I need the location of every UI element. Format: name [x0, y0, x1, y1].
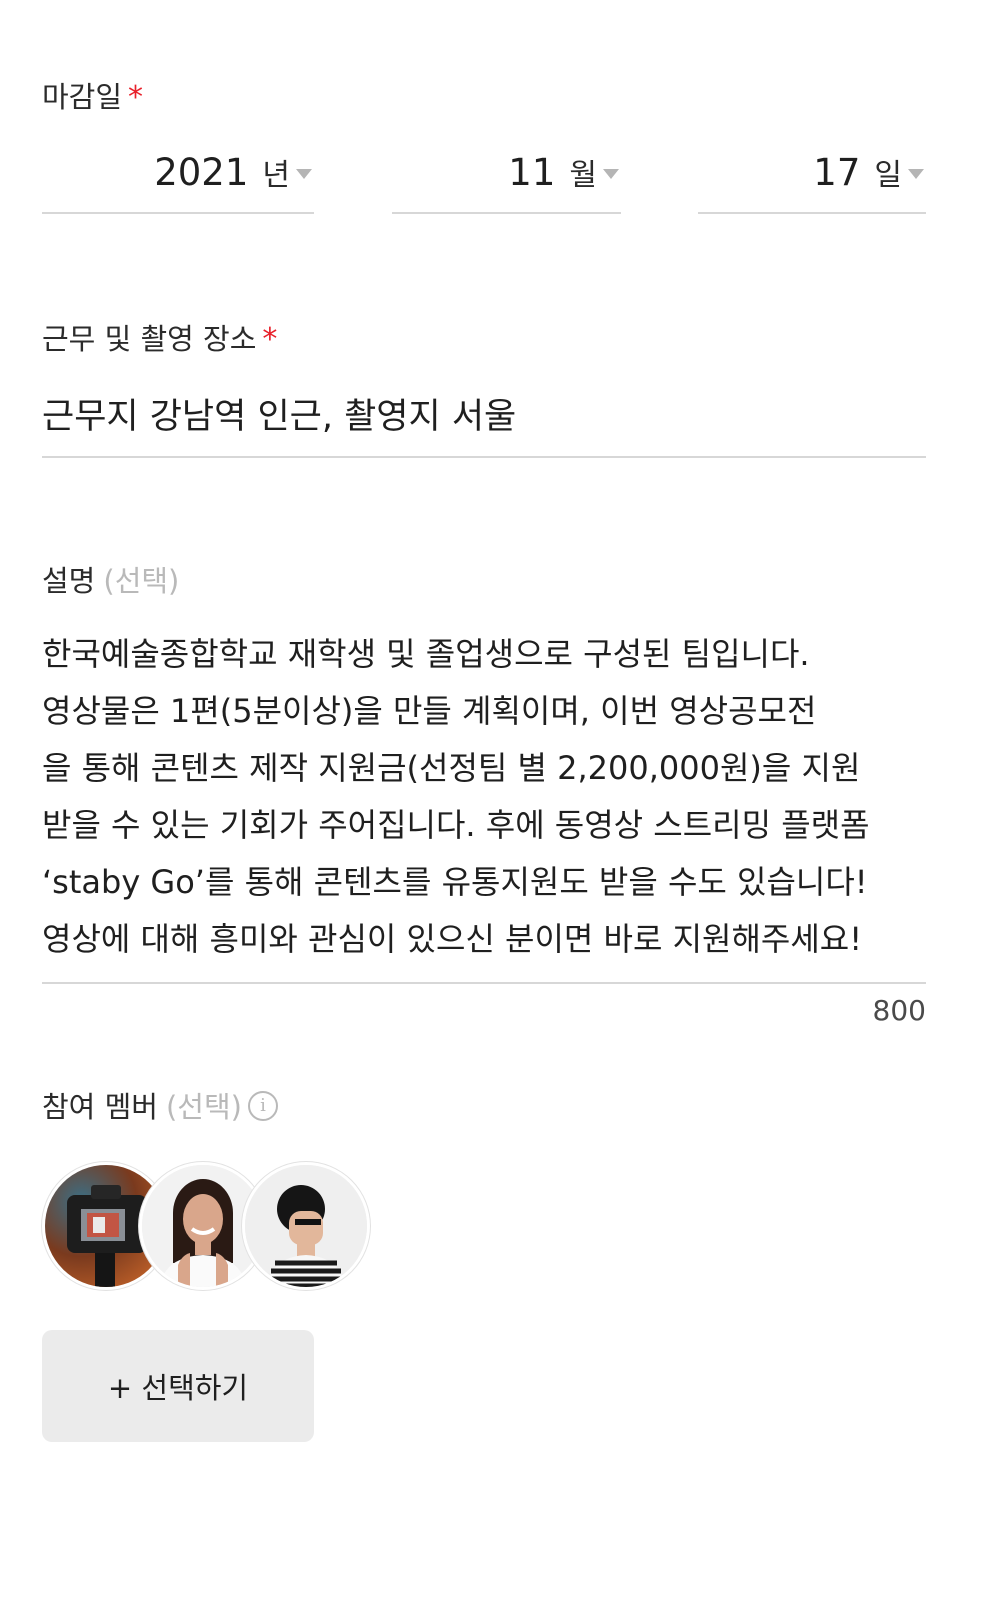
description-line: 영상물은 1편(5분이상)을 만들 계획이며, 이번 영상공모전	[42, 692, 817, 730]
character-counter: 800	[872, 994, 926, 1027]
description-label: 설명	[42, 564, 96, 598]
description-line: ‘staby Go’를 통해 콘텐츠를 유통지원도 받을 수도 있습니다!	[42, 863, 868, 901]
year-value: 2021	[154, 151, 249, 194]
location-input[interactable]: 근무지 강남역 인근, 촬영지 서울	[42, 378, 926, 458]
dropdown-caret-icon	[296, 169, 312, 179]
description-textarea[interactable]: 한국예술종합학교 재학생 및 졸업생으로 구성된 팀입니다. 영상물은 1편(5…	[42, 626, 926, 984]
man-photo-icon	[245, 1165, 367, 1287]
month-value: 11	[508, 151, 556, 194]
deadline-label-row: 마감일 *	[42, 74, 143, 116]
description-label-row: 설명 (선택)	[42, 558, 179, 600]
description-line: 한국예술종합학교 재학생 및 졸업생으로 구성된 팀입니다.	[42, 635, 810, 673]
year-select[interactable]: 2021 년	[42, 150, 314, 214]
month-unit: 월	[569, 158, 597, 193]
dropdown-caret-icon	[603, 169, 619, 179]
optional-text: (선택)	[165, 1090, 242, 1124]
day-select[interactable]: 17 일	[698, 150, 926, 214]
month-select[interactable]: 11 월	[392, 150, 621, 214]
required-mark: *	[128, 80, 144, 115]
dropdown-caret-icon	[908, 169, 924, 179]
description-line: 영상에 대해 흥미와 관심이 있으신 분이면 바로 지원해주세요!	[42, 920, 863, 958]
year-unit: 년	[262, 158, 290, 193]
member-avatar-group	[42, 1162, 382, 1290]
members-label-row: 참여 멤버 (선택) i	[42, 1084, 278, 1126]
optional-text: (선택)	[103, 564, 180, 598]
man-avatar[interactable]	[242, 1162, 370, 1290]
deadline-label: 마감일	[42, 80, 123, 114]
members-label: 참여 멤버	[42, 1090, 158, 1124]
day-value: 17	[813, 151, 861, 194]
description-line: 받을 수 있는 기회가 주어집니다. 후에 동영상 스트리밍 플랫폼	[42, 806, 870, 844]
info-icon[interactable]: i	[247, 1091, 278, 1121]
required-mark: *	[262, 322, 278, 357]
description-line: 을 통해 콘텐츠 제작 지원금(선정팀 별 2,200,000원)을 지원	[42, 749, 861, 787]
select-members-button[interactable]: + 선택하기	[42, 1330, 314, 1442]
location-label: 근무 및 촬영 장소	[42, 322, 257, 356]
location-label-row: 근무 및 촬영 장소 *	[42, 316, 277, 358]
day-unit: 일	[874, 158, 902, 193]
